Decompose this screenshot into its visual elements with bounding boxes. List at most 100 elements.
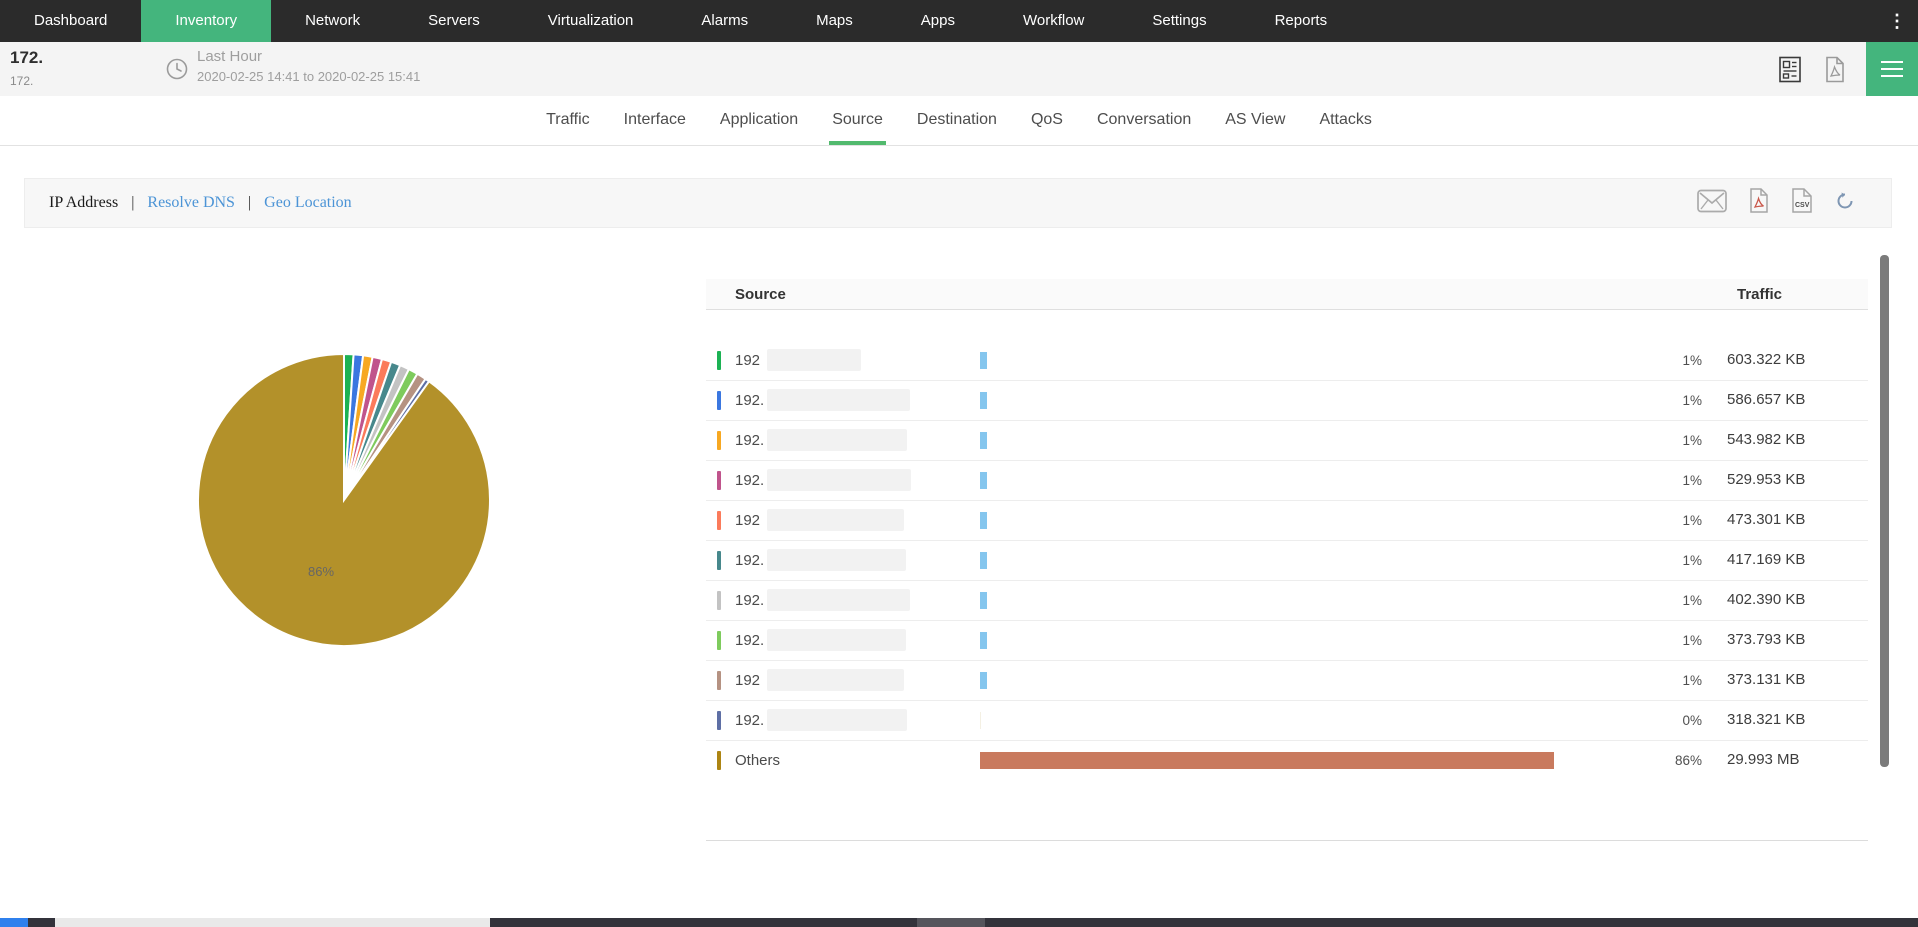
vertical-scrollbar-thumb[interactable] — [1880, 255, 1889, 767]
horizontal-scrollbar — [0, 918, 1918, 927]
nav-items: DashboardInventoryNetworkServersVirtuali… — [0, 0, 1361, 42]
scrollbar-corner[interactable] — [0, 918, 28, 927]
nav-item-inventory[interactable]: Inventory — [141, 0, 271, 42]
nav-item-network[interactable]: Network — [271, 0, 394, 42]
horizontal-scrollbar-segment — [917, 918, 985, 927]
filter-toolbar: IP Address | Resolve DNS | Geo Location CSV — [24, 178, 1892, 228]
traffic-value: 402.390 KB — [1727, 591, 1805, 608]
table-row[interactable]: 192. 1% 402.390 KB — [706, 581, 1868, 621]
tab-attacks[interactable]: Attacks — [1302, 96, 1388, 145]
series-color-tick — [717, 511, 721, 530]
table-row[interactable]: 1921%473.301 KB — [706, 501, 1868, 541]
device-subtitle: 172. — [10, 74, 33, 88]
series-color-tick — [717, 591, 721, 610]
traffic-bar — [980, 352, 987, 369]
clock-icon — [165, 57, 189, 86]
source-table: Source Traffic 1921%603.322 KB192.1%586.… — [706, 279, 1868, 780]
pdf-export-icon[interactable] — [1749, 188, 1769, 218]
pie-slice-others-11[interactable] — [198, 354, 490, 646]
source-label: 192 — [735, 352, 760, 369]
filter-separator: | — [248, 194, 251, 211]
svg-text:CSV: CSV — [1795, 202, 1810, 209]
email-icon[interactable] — [1697, 189, 1727, 218]
table-row[interactable]: 192.1%417.169 KB — [706, 541, 1868, 581]
source-label: 192. — [735, 392, 764, 409]
redacted-ip — [767, 589, 910, 611]
series-color-tick — [717, 711, 721, 730]
tab-application[interactable]: Application — [703, 96, 815, 145]
table-row[interactable]: 1921%603.322 KB — [706, 341, 1868, 381]
traffic-bar — [980, 672, 987, 689]
series-color-tick — [717, 551, 721, 570]
table-row[interactable]: Others86%29.993 MB — [706, 741, 1868, 780]
redacted-ip — [767, 429, 907, 451]
traffic-value: 603.322 KB — [1727, 351, 1805, 368]
tab-traffic[interactable]: Traffic — [529, 96, 607, 145]
hamburger-menu-icon[interactable] — [1866, 42, 1918, 96]
redacted-ip — [767, 469, 911, 491]
filter-geo-location[interactable]: Geo Location — [264, 194, 352, 211]
filter-ip-address[interactable]: IP Address — [49, 194, 118, 211]
traffic-bar — [980, 432, 987, 449]
nav-item-apps[interactable]: Apps — [887, 0, 989, 42]
report-tabs-row: TrafficInterfaceApplicationSourceDestina… — [0, 96, 1918, 146]
redacted-ip — [767, 349, 861, 371]
table-row[interactable]: 1921%373.131 KB — [706, 661, 1868, 701]
redacted-ip — [767, 549, 906, 571]
traffic-bar — [980, 472, 987, 489]
table-row[interactable]: 192.1%543.982 KB — [706, 421, 1868, 461]
source-pie-wrap: 86% — [196, 352, 492, 648]
traffic-bar — [980, 592, 987, 609]
horizontal-scrollbar-thumb[interactable] — [55, 918, 490, 927]
series-color-tick — [717, 671, 721, 690]
tab-qos[interactable]: QoS — [1014, 96, 1080, 145]
tab-source[interactable]: Source — [815, 96, 900, 145]
series-color-tick — [717, 631, 721, 650]
nav-item-maps[interactable]: Maps — [782, 0, 887, 42]
redacted-ip — [767, 669, 904, 691]
filter-links: IP Address | Resolve DNS | Geo Location — [49, 179, 352, 227]
traffic-value: 373.793 KB — [1727, 631, 1805, 648]
traffic-value: 529.953 KB — [1727, 471, 1805, 488]
table-row[interactable]: 192.1%373.793 KB — [706, 621, 1868, 661]
filter-separator: | — [131, 194, 134, 211]
traffic-bar — [980, 712, 981, 729]
report-icon[interactable] — [1778, 56, 1802, 88]
refresh-icon[interactable] — [1835, 191, 1855, 216]
filter-resolve-dns[interactable]: Resolve DNS — [147, 194, 235, 211]
series-color-tick — [717, 351, 721, 370]
pdf-icon[interactable] — [1824, 56, 1846, 88]
table-row[interactable]: 192.1%529.953 KB — [706, 461, 1868, 501]
redacted-ip — [767, 709, 907, 731]
source-label: 192 — [735, 672, 760, 689]
nav-item-dashboard[interactable]: Dashboard — [0, 0, 141, 42]
table-header: Source Traffic — [706, 279, 1868, 310]
tab-as-view[interactable]: AS View — [1208, 96, 1302, 145]
csv-export-icon[interactable]: CSV — [1791, 188, 1813, 218]
traffic-percent: 1% — [1582, 393, 1702, 408]
column-header-traffic[interactable]: Traffic — [1737, 286, 1782, 303]
export-icons: CSV — [1697, 179, 1855, 227]
tab-interface[interactable]: Interface — [607, 96, 703, 145]
nav-item-servers[interactable]: Servers — [394, 0, 514, 42]
nav-item-reports[interactable]: Reports — [1241, 0, 1362, 42]
traffic-value: 586.657 KB — [1727, 391, 1805, 408]
source-label: 192. — [735, 552, 764, 569]
traffic-value: 543.982 KB — [1727, 431, 1805, 448]
nav-item-workflow[interactable]: Workflow — [989, 0, 1118, 42]
table-row[interactable]: 192.0%318.321 KB — [706, 701, 1868, 741]
column-header-source[interactable]: Source — [735, 286, 786, 303]
tab-destination[interactable]: Destination — [900, 96, 1014, 145]
kebab-menu-icon[interactable]: ⋮ — [1888, 0, 1906, 42]
table-row[interactable]: 192. 1% 586.657 KB — [706, 381, 1868, 421]
source-label: 192 — [735, 512, 760, 529]
source-label: 192. — [735, 592, 764, 609]
time-period-label[interactable]: Last Hour — [197, 48, 262, 65]
nav-item-alarms[interactable]: Alarms — [667, 0, 782, 42]
nav-item-virtualization[interactable]: Virtualization — [514, 0, 668, 42]
nav-item-settings[interactable]: Settings — [1118, 0, 1240, 42]
traffic-percent: 1% — [1582, 593, 1702, 608]
source-label: Others — [735, 752, 780, 769]
traffic-percent: 86% — [1582, 753, 1702, 768]
tab-conversation[interactable]: Conversation — [1080, 96, 1208, 145]
